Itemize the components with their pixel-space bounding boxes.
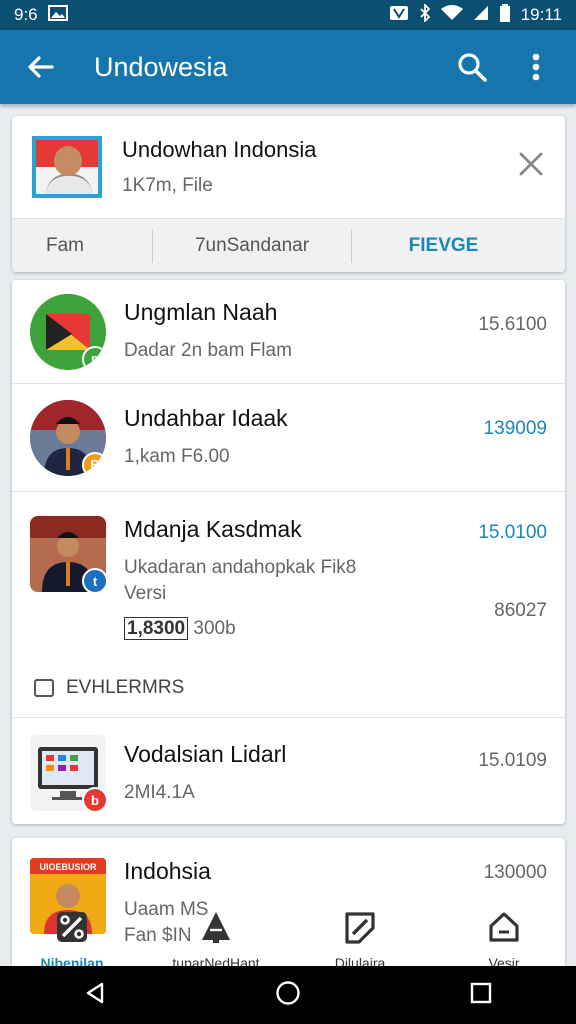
top-card-title: Undowhan Indonsia: [122, 137, 317, 162]
tools-icon: [55, 910, 89, 949]
item-boxed-code: 1,8300: [124, 617, 189, 641]
list-card: n Ungmlan Naah Dadar 2n bam Flam 15.6100…: [12, 280, 565, 824]
tab-bar: Fam 7unSandanar FIEVGE: [12, 218, 565, 272]
item-size: 300b: [193, 618, 236, 640]
status-bar: 9:6 19:11: [0, 0, 576, 30]
status-time-right: 19:11: [520, 5, 562, 24]
tab-sandanar[interactable]: 7unSandanar: [152, 228, 352, 263]
poster-text: UIOEBUSIOR: [39, 862, 97, 872]
page-title: Undowesia: [94, 51, 228, 82]
item-value: 15.0100: [478, 522, 547, 543]
tab-fievge[interactable]: FIEVGE: [352, 219, 565, 272]
item-secondary-value: 86027: [494, 600, 547, 621]
avatar: B: [30, 399, 106, 476]
wifi-icon: [440, 4, 463, 26]
item-subtitle: Dadar 2n bam Flam: [124, 340, 292, 362]
list-item[interactable]: b Vodalsian Lidarl 2MI4.1A 15.0109: [12, 718, 565, 824]
app-bar: Undowesia: [0, 30, 576, 104]
status-time-left: 9:6: [14, 5, 38, 24]
item-subtitle-line3: 1,8300 300b: [124, 616, 547, 642]
top-card-row[interactable]: Undowhan Indonsia 1K7m, File: [12, 116, 565, 218]
flag-portrait-thumbnail: [32, 136, 102, 198]
avatar-badge: b: [82, 787, 106, 811]
avatar: t: [30, 516, 106, 592]
system-nav-bar: [0, 966, 576, 1024]
signal-icon: [473, 5, 489, 26]
close-icon[interactable]: [513, 146, 549, 182]
nfc-icon: [389, 5, 409, 26]
more-vert-icon[interactable]: [512, 43, 560, 91]
battery-icon: [499, 3, 511, 27]
bottom-nav: Nibenilan tuparNedHant Dilulaira Vesir: [0, 894, 576, 971]
top-card: Undowhan Indonsia 1K7m, File Fam 7unSand…: [12, 116, 565, 272]
content: Undowhan Indonsia 1K7m, File Fam 7unSand…: [0, 104, 576, 966]
folder-icon: [34, 678, 54, 697]
home-circle-icon[interactable]: [275, 980, 301, 1011]
section-label: EVHLERMRS: [66, 676, 185, 698]
avatar-badge: t: [82, 568, 106, 592]
item-subtitle-line2: Versi: [124, 582, 167, 604]
image-notification-icon: [47, 4, 68, 26]
list-item[interactable]: n Ungmlan Naah Dadar 2n bam Flam 15.6100: [12, 280, 565, 384]
avatar-badge: n: [82, 345, 106, 370]
item-subtitle: Ukadaran andahopkak Fik8 Versi 1,8300 30…: [124, 555, 547, 642]
top-card-subtitle: 1K7m, File: [122, 175, 213, 196]
item-value: 15.0109: [478, 750, 547, 771]
bluetooth-icon: [419, 2, 431, 27]
avatar: b: [30, 735, 106, 811]
avatar-badge: B: [82, 451, 106, 476]
item-subtitle: 2MI4.1A: [124, 781, 195, 803]
item-subtitle: 1,kam F6.00: [124, 446, 230, 468]
back-arrow-icon[interactable]: [16, 43, 64, 91]
item-subtitle-line1: Ukadaran andahopkak Fik8: [124, 557, 357, 578]
list-item[interactable]: B Undahbar Idaak 1,kam F6.00 139009: [12, 384, 565, 492]
back-triangle-icon[interactable]: [84, 981, 106, 1010]
item-value: 139009: [483, 418, 547, 439]
home-icon: [487, 910, 521, 949]
tree-icon: [199, 910, 233, 949]
recents-square-icon[interactable]: [470, 982, 492, 1009]
tab-fam[interactable]: Fam: [12, 219, 152, 272]
item-value: 130000: [483, 862, 547, 883]
section-header: EVHLERMRS: [12, 658, 565, 718]
item-value: 15.6100: [478, 314, 547, 335]
list-item[interactable]: t Mdanja Kasdmak Ukadaran andahopkak Fik…: [12, 492, 565, 658]
search-icon[interactable]: [448, 43, 496, 91]
edit-tag-icon: [343, 910, 377, 949]
avatar: n: [30, 293, 106, 370]
